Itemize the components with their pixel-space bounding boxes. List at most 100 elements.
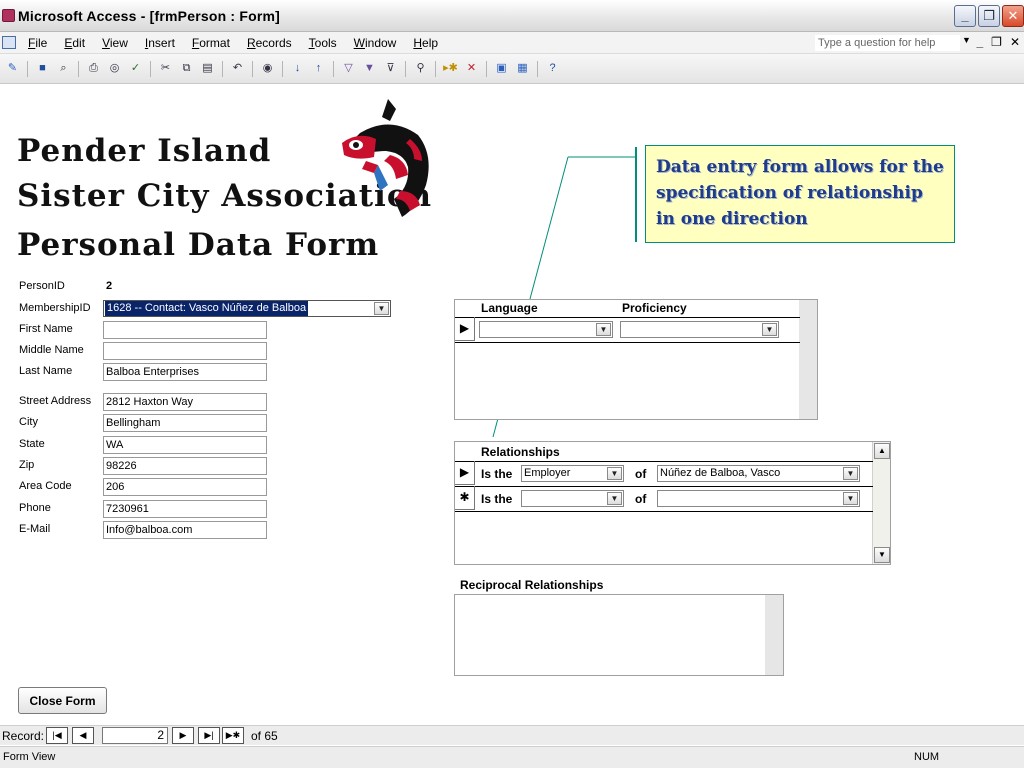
chevron-down-icon[interactable]: ▼ xyxy=(596,323,611,336)
print-preview-icon[interactable]: ◎ xyxy=(106,60,123,77)
last-record-icon[interactable]: ▶| xyxy=(198,727,220,744)
first-name-field[interactable] xyxy=(103,321,267,339)
state-field[interactable]: WA xyxy=(103,436,267,454)
reciprocal-relationships-title: Reciprocal Relationships xyxy=(460,578,604,592)
toolbar-buttons: ✎ ■ ⌕ ⎙ ◎ ✓ ✂ ⧉ ▤ ↶ ◉ ↓ ↑ ▽ ▼ ⊽ ⚲ ▸✱ ✕ ▣… xyxy=(4,60,561,77)
cut-icon[interactable]: ✂ xyxy=(157,60,174,77)
menu-tools[interactable]: Tools xyxy=(309,36,337,50)
delete-record-icon[interactable]: ✕ xyxy=(463,60,480,77)
phone-field[interactable]: 7230961 xyxy=(103,500,267,518)
record-selector[interactable]: ▶ xyxy=(455,461,475,485)
next-record-icon[interactable]: ▶ xyxy=(172,727,194,744)
city-field[interactable]: Bellingham xyxy=(103,414,267,432)
chevron-down-icon[interactable]: ▼ xyxy=(374,302,389,315)
scroll-up-icon[interactable]: ▲ xyxy=(874,443,890,459)
view-icon[interactable]: ✎ xyxy=(4,60,21,77)
reciprocal-relationships-subform xyxy=(454,594,784,676)
menu-edit[interactable]: Edit xyxy=(64,36,85,50)
filter-by-form-icon[interactable]: ▼ xyxy=(361,60,378,77)
database-window-icon[interactable]: ▣ xyxy=(493,60,510,77)
chevron-down-icon[interactable]: ▼ xyxy=(843,492,858,505)
help-dropdown-icon[interactable]: ▼ xyxy=(962,35,971,45)
toolbar-separator xyxy=(405,60,406,77)
find-icon[interactable]: ⚲ xyxy=(412,60,429,77)
phone-label: Phone xyxy=(19,502,51,514)
hyperlink-icon[interactable]: ◉ xyxy=(259,60,276,77)
related-person-combo[interactable]: ▼ xyxy=(657,490,860,507)
paste-icon[interactable]: ▤ xyxy=(199,60,216,77)
menu-format[interactable]: Format xyxy=(192,36,230,50)
print-icon[interactable]: ⎙ xyxy=(85,60,102,77)
sort-descending-icon[interactable]: ↑ xyxy=(310,60,327,77)
new-record-icon[interactable]: ▸✱ xyxy=(442,60,459,77)
middle-name-label: Middle Name xyxy=(19,344,84,356)
related-person-combo[interactable]: Núñez de Balboa, Vasco ▼ xyxy=(657,465,860,482)
undo-icon[interactable]: ↶ xyxy=(229,60,246,77)
relationship-type-combo[interactable]: ▼ xyxy=(521,490,624,507)
record-navigation-bar: Record: |◀ ◀ 2 ▶ ▶| ▶✱ of 65 xyxy=(0,725,1024,745)
menu-help[interactable]: Help xyxy=(413,36,438,50)
menu-view[interactable]: View xyxy=(102,36,128,50)
heading-line-1: Pender Island xyxy=(17,133,272,169)
chevron-down-icon[interactable]: ▼ xyxy=(607,467,622,480)
menu-file[interactable]: File xyxy=(28,36,47,50)
is-the-label: Is the xyxy=(481,492,513,506)
new-object-icon[interactable]: ▦ xyxy=(514,60,531,77)
mdi-controls: _ ❐ ✕ xyxy=(976,35,1020,49)
scroll-down-icon[interactable]: ▼ xyxy=(874,547,890,563)
filter-by-selection-icon[interactable]: ▽ xyxy=(340,60,357,77)
menu-records[interactable]: Records xyxy=(247,36,292,50)
related-person-value: Núñez de Balboa, Vasco xyxy=(660,467,781,479)
relationship-type-value: Employer xyxy=(524,467,571,479)
language-column-header: Language xyxy=(481,301,538,315)
proficiency-column-header: Proficiency xyxy=(622,301,687,315)
zip-field[interactable]: 98226 xyxy=(103,457,267,475)
street-address-field[interactable]: 2812 Haxton Way xyxy=(103,393,267,411)
language-combo[interactable]: ▼ xyxy=(479,321,613,338)
window-title: Microsoft Access - [frmPerson : Form] xyxy=(18,8,281,24)
mdi-restore-icon[interactable]: ❐ xyxy=(991,35,1002,49)
form-doc-icon[interactable] xyxy=(2,36,16,49)
email-field[interactable]: Info@balboa.com xyxy=(103,521,267,539)
area-code-field[interactable]: 206 xyxy=(103,478,267,496)
menu-window[interactable]: Window xyxy=(354,36,397,50)
menu-insert[interactable]: Insert xyxy=(145,36,175,50)
record-selector[interactable]: ▶ xyxy=(455,317,475,341)
new-record-icon[interactable]: ▶✱ xyxy=(222,727,244,744)
middle-name-field[interactable] xyxy=(103,342,267,360)
previous-record-icon[interactable]: ◀ xyxy=(72,727,94,744)
last-name-field[interactable]: Balboa Enterprises xyxy=(103,363,267,381)
file-search-icon[interactable]: ⌕ xyxy=(55,60,72,77)
relationship-type-combo[interactable]: Employer ▼ xyxy=(521,465,624,482)
minimize-icon[interactable]: _ xyxy=(954,5,976,27)
street-address-label: Street Address xyxy=(19,395,92,407)
access-app-icon[interactable] xyxy=(2,9,15,22)
mdi-close-icon[interactable]: ✕ xyxy=(1010,35,1020,49)
close-icon[interactable]: ✕ xyxy=(1002,5,1024,27)
help-icon[interactable]: ? xyxy=(544,60,561,77)
language-subform: Language Proficiency ▶ ▼ ▼ xyxy=(454,299,818,420)
spelling-icon[interactable]: ✓ xyxy=(127,60,144,77)
current-record-input[interactable]: 2 xyxy=(102,727,168,744)
sort-ascending-icon[interactable]: ↓ xyxy=(289,60,306,77)
relationships-scrollbar[interactable]: ▲ ▼ xyxy=(872,442,890,564)
close-form-button[interactable]: Close Form xyxy=(18,687,107,714)
help-question-input[interactable]: Type a question for help xyxy=(815,35,960,51)
first-record-icon[interactable]: |◀ xyxy=(46,727,68,744)
apply-filter-icon[interactable]: ⊽ xyxy=(382,60,399,77)
proficiency-combo[interactable]: ▼ xyxy=(620,321,779,338)
email-label: E-Mail xyxy=(19,523,51,535)
chevron-down-icon[interactable]: ▼ xyxy=(762,323,777,336)
chevron-down-icon[interactable]: ▼ xyxy=(843,467,858,480)
area-code-label: Area Code xyxy=(19,480,72,492)
membership-id-combo[interactable]: 1628 -- Contact: Vasco Núñez de Balboa ▼ xyxy=(103,300,391,317)
copy-icon[interactable]: ⧉ xyxy=(178,60,195,77)
save-icon[interactable]: ■ xyxy=(34,60,51,77)
new-record-selector[interactable]: ✱ xyxy=(455,486,475,510)
restore-icon[interactable]: ❐ xyxy=(978,5,1000,27)
num-lock-indicator: NUM xyxy=(914,751,940,763)
chevron-down-icon[interactable]: ▼ xyxy=(607,492,622,505)
relationships-title: Relationships xyxy=(481,445,560,459)
record-count: of 65 xyxy=(251,729,278,743)
mdi-minimize-icon[interactable]: _ xyxy=(976,35,983,49)
